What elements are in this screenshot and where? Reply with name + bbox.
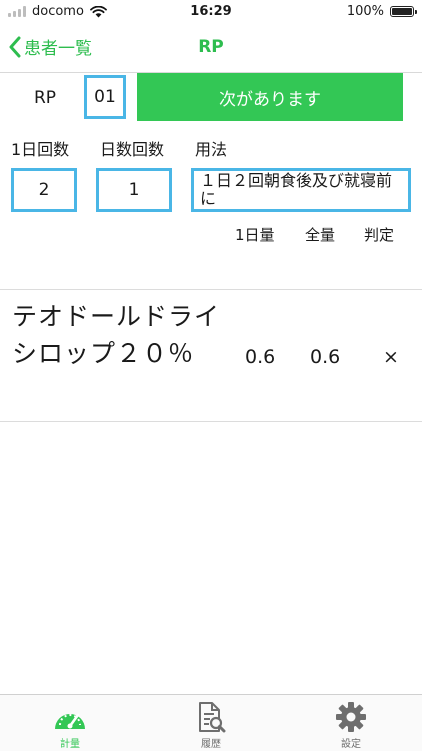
next-button[interactable]: 次があります <box>137 73 403 121</box>
drug-name: テオドールドライシロップ２０％ <box>12 302 221 368</box>
status-bar: docomo 16:29 100% <box>0 0 422 24</box>
tab-history[interactable]: 履歴 <box>171 695 251 751</box>
history-document-icon <box>199 702 226 733</box>
usage-label: 用法 <box>195 140 228 159</box>
tab-measure-label: 計量 <box>60 739 80 750</box>
column-total-amount: 全量 <box>305 226 336 244</box>
battery-percent: 100% <box>346 4 384 19</box>
gauge-icon <box>55 713 85 729</box>
daily-count-label: 1日回数 <box>11 140 70 159</box>
usage-field[interactable]: １日２回朝食後及び就寝前に <box>191 168 411 212</box>
daily-count-field[interactable]: 2 <box>11 168 77 212</box>
drug-daily-amount: 0.6 <box>245 346 276 368</box>
battery-icon <box>390 6 417 17</box>
column-daily-amount: 1日量 <box>235 226 275 244</box>
drug-judgement: × <box>383 346 399 368</box>
tab-settings[interactable]: 設定 <box>311 695 391 751</box>
tab-measure[interactable]: 計量 <box>30 695 110 751</box>
tab-settings-label: 設定 <box>341 739 361 750</box>
rp-label: RP <box>34 88 57 108</box>
divider <box>0 421 422 422</box>
navigation-bar: 患者一覧 RP <box>0 24 422 73</box>
divider <box>0 289 422 290</box>
gear-icon <box>336 702 366 732</box>
days-count-field[interactable]: 1 <box>96 168 172 212</box>
drug-total-amount: 0.6 <box>310 346 341 368</box>
page-title: RP <box>198 37 224 57</box>
tab-bar: 計量 履歴 設定 <box>0 694 422 751</box>
status-right: 100% <box>346 4 417 19</box>
tab-history-label: 履歴 <box>201 739 221 750</box>
rp-number-field[interactable]: 01 <box>84 75 126 119</box>
days-count-label: 日数回数 <box>100 140 165 159</box>
column-judgement: 判定 <box>364 226 395 244</box>
